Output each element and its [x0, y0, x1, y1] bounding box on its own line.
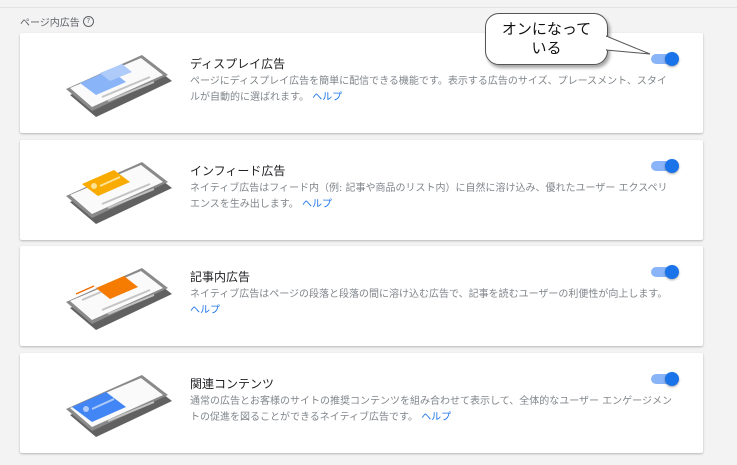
ad-card-inarticle: 記事内広告 ネイティブ広告はページの段落と段落の間に溶け込む広告で、記事を読むユ… — [20, 246, 703, 346]
annotation-callout: オンになって いる — [485, 13, 608, 65]
related-content-illustration-icon — [66, 375, 172, 437]
display-ad-illustration-icon — [66, 55, 172, 117]
toggle-knob — [665, 52, 679, 66]
card-title: 関連コンテンツ — [190, 377, 275, 391]
top-divider — [0, 7, 737, 8]
card-title: インフィード広告 — [190, 164, 286, 178]
help-circle-icon[interactable]: ? — [82, 16, 94, 27]
card-description: ネイティブ広告はフィード内（例: 記事や商品のリスト内）に自然に溶け込み、優れた… — [190, 181, 676, 213]
help-link[interactable]: ヘルプ — [302, 199, 332, 210]
card-description-text: ページにディスプレイ広告を簡単に配信できる機能です。表示する広告のサイズ、プレー… — [190, 76, 667, 103]
section-title: ページ内広告 — [20, 18, 80, 29]
section-header: ページ内広告 ? — [20, 14, 94, 29]
card-description: ページにディスプレイ広告を簡単に配信できる機能です。表示する広告のサイズ、プレー… — [190, 74, 676, 106]
card-description: ネイティブ広告はページの段落と段落の間に溶け込む広告で、記事を読むユーザーの利便… — [190, 287, 676, 319]
inarticle-ads-toggle[interactable] — [651, 265, 679, 279]
card-title: ディスプレイ広告 — [190, 57, 286, 71]
toggle-knob — [665, 159, 679, 173]
inarticle-ad-illustration-icon — [66, 268, 172, 330]
help-link[interactable]: ヘルプ — [190, 305, 220, 316]
ad-card-infeed: インフィード広告 ネイティブ広告はフィード内（例: 記事や商品のリスト内）に自然… — [20, 140, 703, 240]
infeed-ad-illustration-icon — [66, 162, 172, 224]
card-description: 通常の広告とお客様のサイトの推奨コンテンツを組み合わせて表示して、全体的なユーザ… — [190, 394, 676, 426]
toggle-knob — [665, 372, 679, 386]
card-description-text: ネイティブ広告はフィード内（例: 記事や商品のリスト内）に自然に溶け込み、優れた… — [190, 183, 668, 210]
help-link[interactable]: ヘルプ — [312, 92, 342, 103]
related-content-toggle[interactable] — [651, 372, 679, 386]
help-link[interactable]: ヘルプ — [421, 412, 451, 423]
card-title: 記事内広告 — [190, 270, 251, 284]
callout-text: オンになって いる — [501, 20, 592, 57]
display-ads-toggle[interactable] — [651, 52, 679, 66]
ad-card-related-content: 関連コンテンツ 通常の広告とお客様のサイトの推奨コンテンツを組み合わせて表示して… — [20, 353, 703, 453]
callout-pointer — [606, 35, 651, 55]
toggle-knob — [665, 265, 679, 279]
infeed-ads-toggle[interactable] — [651, 159, 679, 173]
card-description-text: ネイティブ広告はページの段落と段落の間に溶け込む広告で、記事を読むユーザーの利便… — [190, 289, 668, 300]
